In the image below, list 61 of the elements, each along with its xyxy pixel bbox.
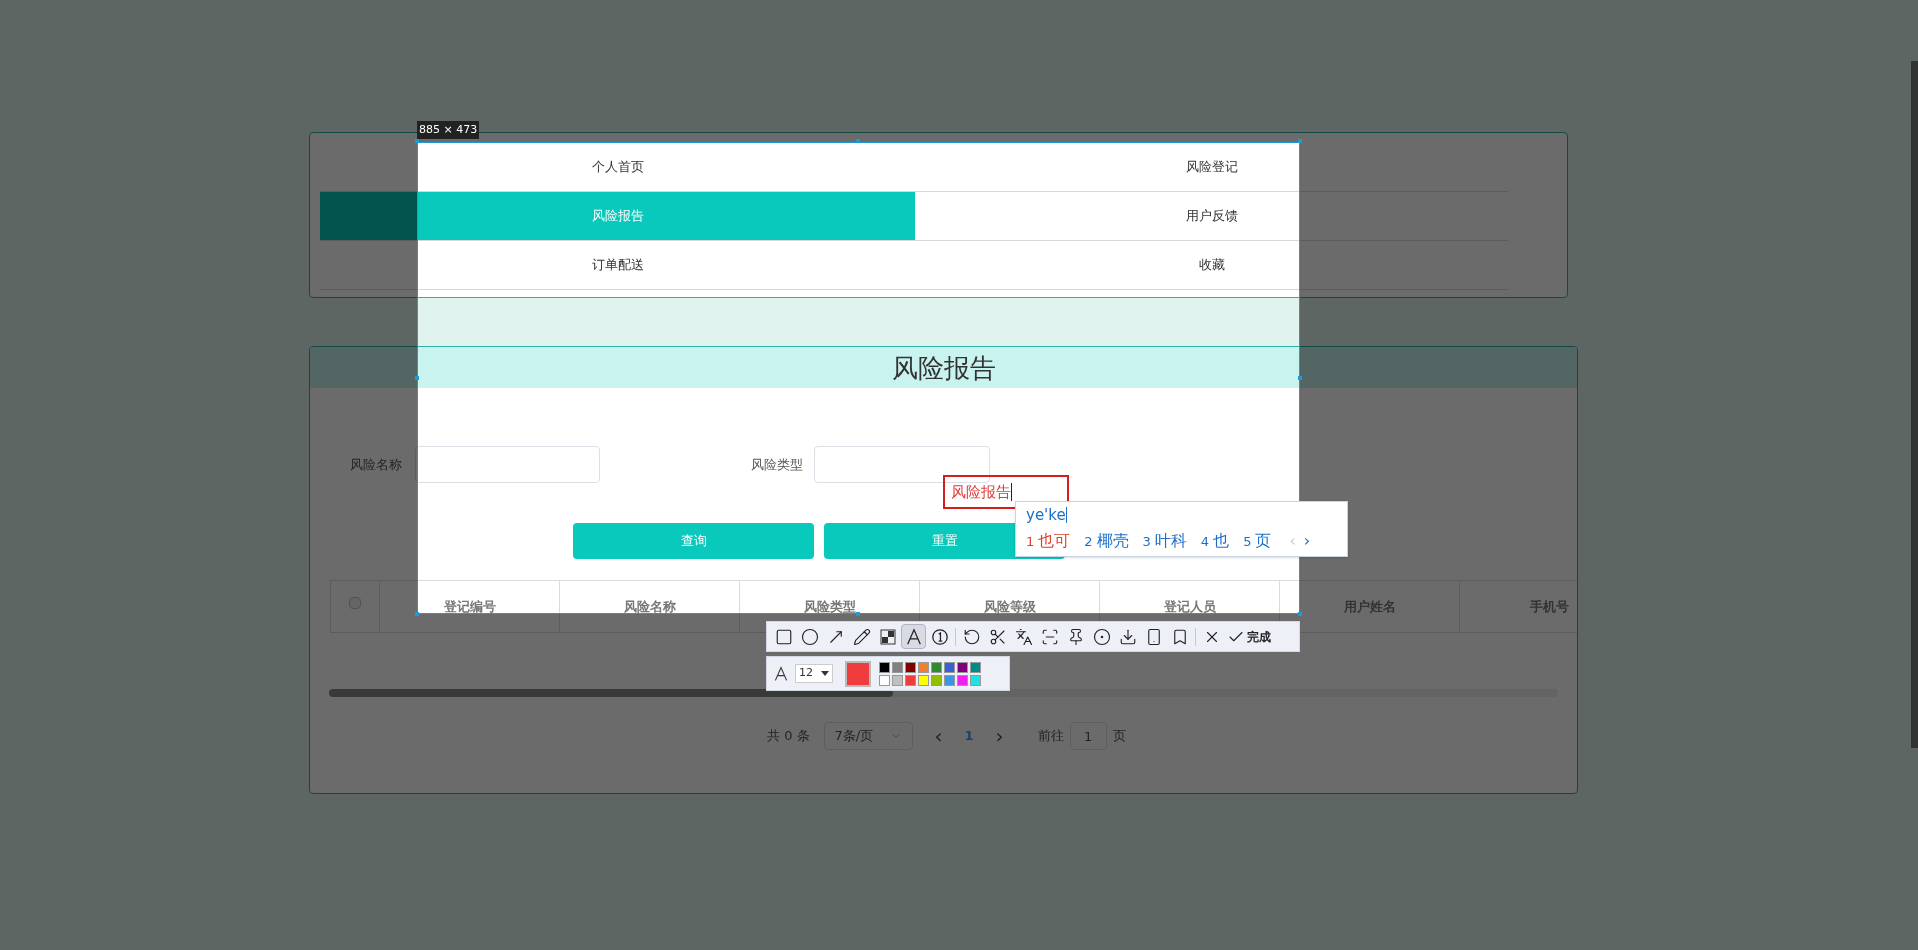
font-size-select[interactable]: 12 xyxy=(795,664,833,683)
color-swatch[interactable] xyxy=(879,661,890,673)
color-swatch[interactable] xyxy=(970,674,981,686)
resize-handle[interactable] xyxy=(1298,139,1302,143)
annotation-text: 风险报告 xyxy=(951,481,1011,503)
color-swatch[interactable] xyxy=(944,674,955,686)
total-count: 共 0 条 xyxy=(767,727,810,746)
column-header: 登记人员 xyxy=(1163,598,1216,616)
goto-label: 前往 xyxy=(1037,727,1064,746)
input-field[interactable] xyxy=(814,446,990,483)
select-all-checkbox[interactable] xyxy=(349,597,361,609)
resize-handle[interactable] xyxy=(415,376,419,380)
text-cursor xyxy=(1065,507,1067,523)
color-swatch[interactable] xyxy=(931,674,942,686)
color-swatch[interactable] xyxy=(879,674,890,686)
column-header: 手机号 xyxy=(1530,598,1569,616)
color-swatch[interactable] xyxy=(944,661,955,673)
column-header: 用户姓名 xyxy=(1343,598,1396,616)
color-swatch[interactable] xyxy=(957,661,968,673)
resize-handle[interactable] xyxy=(856,612,860,616)
page-size-select[interactable]: 7条/页 xyxy=(823,722,913,750)
resize-handle[interactable] xyxy=(1298,376,1302,380)
color-swatch[interactable] xyxy=(892,661,903,673)
resize-handle[interactable] xyxy=(1298,612,1302,616)
caret-icon xyxy=(821,671,829,676)
color-swatch[interactable] xyxy=(970,661,981,673)
resize-handle[interactable] xyxy=(415,612,419,616)
goto-suffix: 页 xyxy=(1112,727,1126,746)
ime-candidate[interactable]: 4 也 xyxy=(1200,529,1230,553)
column-header: 风险等级 xyxy=(983,598,1036,616)
size-label: 885 × 473 xyxy=(417,121,480,139)
color-swatch[interactable] xyxy=(905,674,916,686)
page-scrollbar-thumb[interactable] xyxy=(1911,61,1918,748)
ime-next-button[interactable]: › xyxy=(1303,529,1311,553)
prev-page-button[interactable]: ‹ xyxy=(934,726,943,746)
input-field[interactable] xyxy=(415,446,600,483)
color-swatch[interactable] xyxy=(892,674,903,686)
done-button[interactable]: 完成 xyxy=(1227,627,1271,646)
color-swatch[interactable] xyxy=(918,674,929,686)
field-label: 风险名称 xyxy=(349,455,402,474)
font-icon xyxy=(773,665,789,682)
resize-handle[interactable] xyxy=(415,139,419,143)
text-tool-icon[interactable] xyxy=(901,624,926,649)
column-header: 风险名称 xyxy=(623,598,676,616)
goto-page-input[interactable]: 1 xyxy=(1069,722,1107,750)
scrollbar-thumb[interactable] xyxy=(329,689,893,697)
next-page-button[interactable]: › xyxy=(995,726,1004,746)
column-header: 登记编号 xyxy=(443,598,496,616)
color-swatch[interactable] xyxy=(918,661,929,673)
text-cursor xyxy=(1011,483,1012,501)
column-header: 风险类型 xyxy=(803,598,856,616)
ime-candidate[interactable]: 3 叶科 xyxy=(1142,529,1187,553)
color-swatch[interactable] xyxy=(957,674,968,686)
ime-candidate[interactable]: 2 椰壳 xyxy=(1084,529,1129,553)
current-color-swatch[interactable] xyxy=(845,660,871,687)
ime-candidate[interactable]: 5 页 xyxy=(1243,529,1272,553)
color-swatch[interactable] xyxy=(905,661,916,673)
color-swatch[interactable] xyxy=(931,661,942,673)
resize-handle[interactable] xyxy=(856,139,860,143)
page-title: 风险报告 xyxy=(891,354,996,381)
field-label: 风险类型 xyxy=(750,455,803,474)
